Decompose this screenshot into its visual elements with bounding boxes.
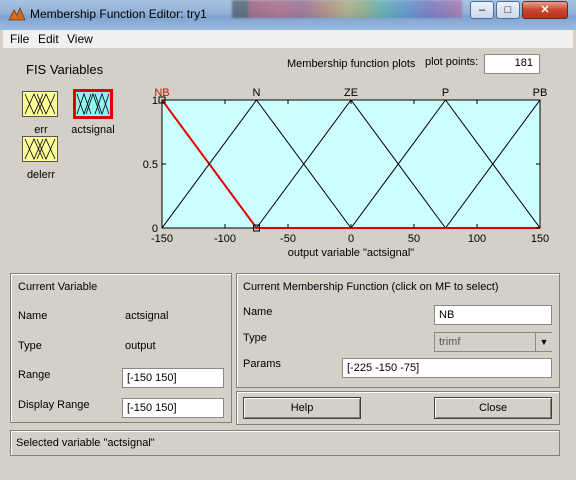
status-text: Selected variable "actsignal" (16, 437, 155, 449)
variable-err-label: err (34, 124, 48, 136)
close-button[interactable]: Close (434, 397, 552, 419)
variable-actsignal-label: actsignal (71, 124, 115, 136)
minimize-button[interactable]: – (470, 1, 494, 19)
display-range-input[interactable]: [-150 150] (122, 398, 224, 418)
mf-label-p[interactable]: P (442, 87, 449, 99)
plot-points-label: plot points: (425, 56, 479, 68)
variable-delerr-icon[interactable] (22, 136, 58, 162)
plot-area (161, 99, 541, 229)
mf-type-label: Type (243, 332, 267, 344)
cv-range-label: Range (18, 369, 51, 381)
plot-points-input[interactable]: 181 (484, 54, 540, 74)
mf-name-label: Name (243, 306, 273, 318)
x-tick-label: 100 (468, 233, 486, 245)
background-blur (232, 0, 462, 18)
plot-title: Membership function plots (287, 58, 416, 70)
cv-display-range-label: Display Range (18, 399, 90, 411)
close-window-button[interactable]: ✕ (522, 1, 568, 19)
current-mf-title: Current Membership Function (click on MF… (243, 281, 499, 293)
x-tick-label: -100 (214, 233, 236, 245)
mf-params-label: Params (243, 358, 281, 370)
mf-label-ze[interactable]: ZE (344, 87, 358, 99)
variable-actsignal-icon[interactable] (73, 89, 113, 119)
y-tick-label: 0.5 (143, 159, 158, 171)
fis-variables-title: FIS Variables (26, 62, 104, 77)
cv-type-value: output (125, 340, 156, 352)
membership-function-plot[interactable]: NB N ZE P PB -150 -100 -50 0 50 100 15000.51 outpu… (140, 78, 560, 268)
help-button[interactable]: Help (243, 397, 361, 419)
matlab-app-icon (8, 6, 26, 22)
cv-type-label: Type (18, 340, 42, 352)
maximize-button[interactable]: □ (496, 1, 520, 19)
x-tick-label: 50 (408, 233, 420, 245)
menu-view[interactable]: View (67, 32, 93, 46)
mf-label-n[interactable]: N (253, 87, 261, 99)
variable-delerr-label: delerr (26, 169, 56, 181)
mf-label-pb[interactable]: PB (533, 87, 548, 99)
menu-file[interactable]: File (10, 32, 29, 46)
chevron-down-icon[interactable]: ▼ (535, 333, 552, 351)
cv-name-label: Name (18, 310, 48, 322)
x-tick-label: 150 (531, 233, 549, 245)
y-tick-label: 0 (152, 223, 158, 235)
x-tick-label: 0 (348, 233, 354, 245)
current-variable-title: Current Variable (18, 281, 98, 293)
mf-name-input[interactable]: NB (434, 305, 552, 325)
range-input[interactable]: [-150 150] (122, 368, 224, 388)
menu-edit[interactable]: Edit (38, 32, 59, 46)
cv-name-value: actsignal (125, 310, 169, 322)
variable-err-icon[interactable] (22, 91, 58, 117)
x-axis-label: output variable "actsignal" (288, 247, 415, 259)
window-title: Membership Function Editor: try1 (30, 7, 207, 21)
x-tick-label: -50 (280, 233, 296, 245)
y-tick-label: 1 (152, 95, 158, 107)
mf-params-input[interactable]: [-225 -150 -75] (342, 358, 552, 378)
